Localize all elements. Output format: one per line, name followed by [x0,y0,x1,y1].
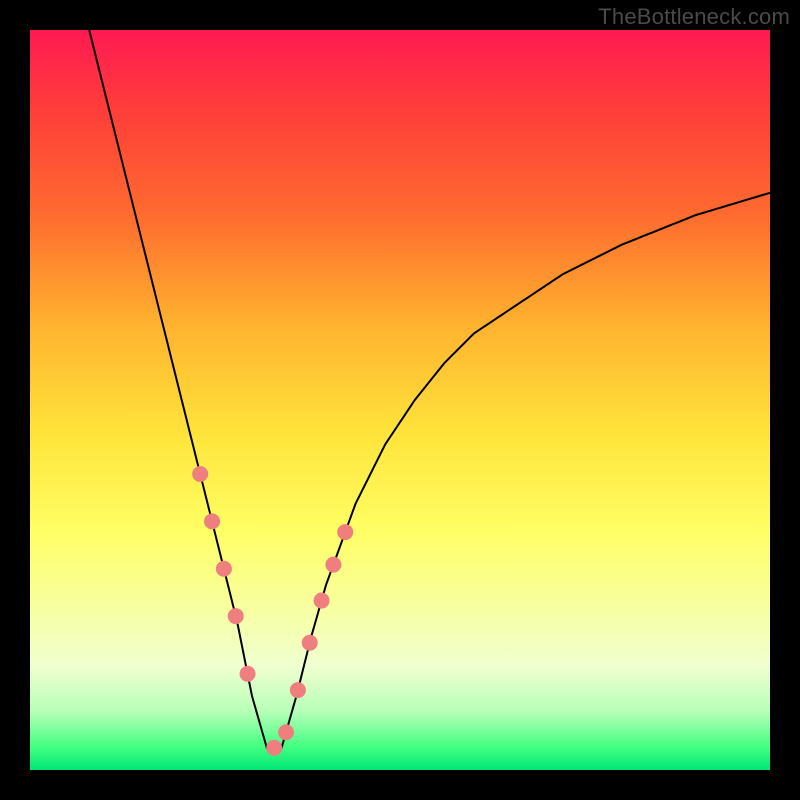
highlight-dot [228,608,244,624]
highlight-dot [314,593,330,609]
highlight-dot [204,513,220,529]
plot-area [30,30,770,770]
highlight-dot [216,561,232,577]
bottleneck-curve [30,30,770,770]
highlight-dot [266,740,282,756]
highlight-dot [192,466,208,482]
highlight-dot [337,524,353,540]
highlight-dot [278,724,294,740]
highlight-dot [290,682,306,698]
highlight-dot [240,666,256,682]
watermark-text: TheBottleneck.com [598,4,790,30]
highlight-dot [302,635,318,651]
highlight-dot [325,557,341,573]
